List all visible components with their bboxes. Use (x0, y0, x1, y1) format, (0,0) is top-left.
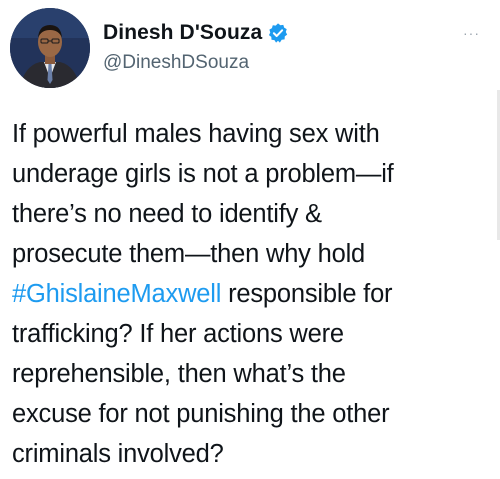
tweet-line: If powerful males having sex with (12, 120, 380, 148)
tweet-line: underage girls is not a problem—if (12, 160, 394, 188)
tweet-text: If powerful males having sex with undera… (12, 114, 490, 474)
more-options-icon[interactable]: ··· (463, 26, 480, 40)
display-name-row: Dinesh D'Souza (103, 20, 289, 46)
avatar[interactable] (10, 8, 90, 88)
tweet-line: criminals involved? (12, 440, 224, 468)
hashtag-link[interactable]: #GhislaineMaxwell (12, 280, 221, 308)
tweet-line: reprehensible, then what’s the (12, 360, 346, 388)
tweet-line: there’s no need to identify & (12, 200, 322, 228)
verified-badge-icon (267, 22, 289, 44)
tweet-card: Dinesh D'Souza @DineshDSouza ··· If powe… (0, 0, 500, 479)
tweet-line: #GhislaineMaxwell responsible for (12, 280, 393, 308)
tweet-line: excuse for not punishing the other (12, 400, 390, 428)
tweet-line: prosecute them—then why hold (12, 240, 366, 268)
handle[interactable]: @DineshDSouza (103, 52, 289, 74)
avatar-portrait-icon (10, 8, 90, 88)
tweet-line: trafficking? If her actions were (12, 320, 344, 348)
display-name[interactable]: Dinesh D'Souza (103, 21, 262, 45)
author-block: Dinesh D'Souza @DineshDSouza (103, 20, 289, 74)
